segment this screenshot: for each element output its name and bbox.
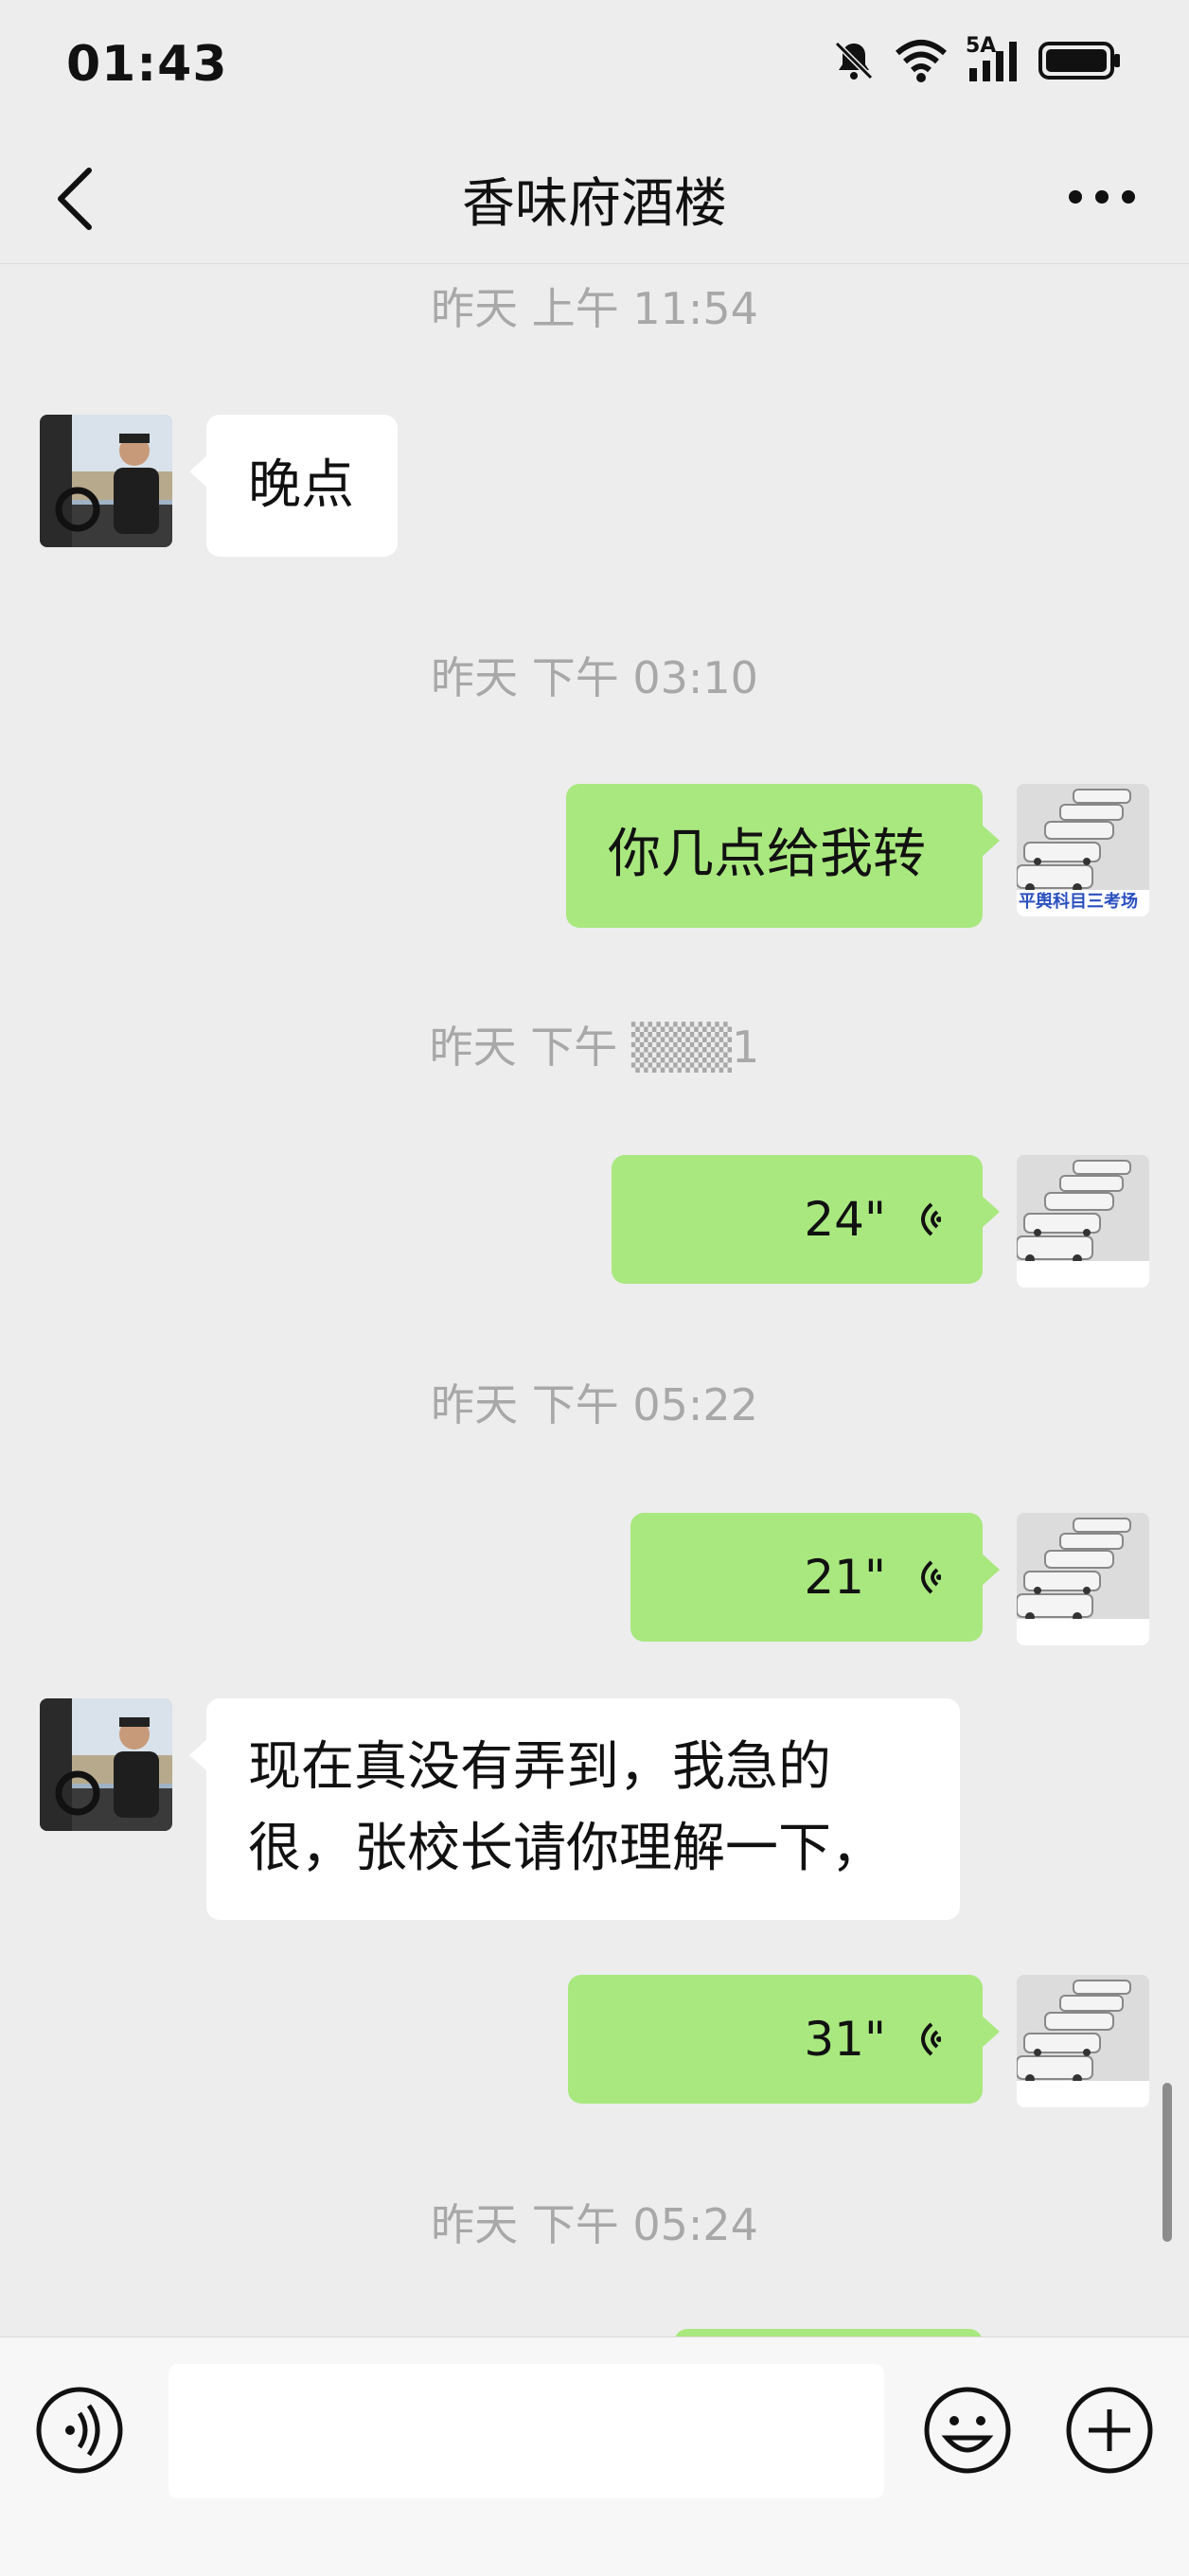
- more-actions-button[interactable]: [1064, 2385, 1155, 2476]
- my-avatar[interactable]: 平舆科目三考场: [1017, 784, 1149, 916]
- message-bubble-incoming[interactable]: 现在真没有弄到，我急的 很，张校长请你理解一下，: [189, 1698, 960, 1920]
- emoji-icon: [924, 2387, 1011, 2474]
- battery-icon: [1038, 38, 1123, 83]
- voice-message-bubble[interactable]: 21": [630, 1513, 1000, 1642]
- voice-duration: 31": [804, 2012, 886, 2067]
- message-text: 你几点给我转: [608, 824, 926, 885]
- scrollbar-thumb[interactable]: [1162, 2083, 1172, 2242]
- my-avatar[interactable]: [1017, 1513, 1149, 1645]
- voice-mode-icon: [36, 2387, 123, 2474]
- more-icon: [1069, 190, 1135, 204]
- voice-message-bubble[interactable]: 24": [612, 1155, 1000, 1284]
- voice-mode-button[interactable]: [34, 2385, 125, 2476]
- message-bubble-outgoing[interactable]: 你几点给我转: [566, 784, 1000, 928]
- network-label: 5A: [966, 34, 997, 58]
- status-bar: 01:43 5A: [0, 0, 1189, 133]
- voice-duration: 24": [804, 1192, 886, 1247]
- timestamp: 昨天 下午 03:10: [431, 652, 758, 703]
- message-input[interactable]: [169, 2364, 884, 2498]
- voice-wave-icon: [921, 1202, 941, 1236]
- timestamp: 昨天 下午 05:22: [431, 1379, 758, 1430]
- my-avatar[interactable]: [1017, 1155, 1149, 1288]
- avatar-caption: 平舆科目三考场: [1019, 892, 1138, 912]
- emoji-button[interactable]: [922, 2385, 1013, 2476]
- message-bubble-incoming[interactable]: 晚点: [189, 415, 398, 557]
- chat-header: 香味府酒楼: [0, 133, 1189, 264]
- more-button[interactable]: [1064, 169, 1140, 225]
- plus-icon: [1066, 2387, 1153, 2474]
- message-text-line: 现在真没有弄到，我急的: [248, 1736, 831, 1798]
- my-avatar[interactable]: [1017, 1975, 1149, 2107]
- message-text-line: 很，张校长请你理解一下，: [248, 1818, 884, 1879]
- clock: 01:43: [66, 36, 228, 93]
- voice-wave-icon: [921, 1560, 941, 1594]
- timestamp: 昨天 下午 05:24: [431, 2199, 758, 2250]
- timestamp: 昨天 上午 11:54: [431, 283, 758, 334]
- voice-duration: 21": [804, 1550, 886, 1605]
- chat-title: 香味府酒楼: [462, 173, 727, 235]
- message-text: 晚点: [248, 454, 354, 516]
- contact-avatar[interactable]: [40, 415, 172, 547]
- signal-icon: 5A: [966, 34, 1020, 83]
- mute-bell-icon: [831, 38, 877, 83]
- contact-avatar[interactable]: [40, 1698, 172, 1831]
- voice-wave-icon: [921, 2022, 941, 2056]
- wifi-icon: [894, 38, 949, 83]
- timestamp: 昨天 下午 ▒▒▒1: [429, 1022, 760, 1073]
- voice-message-bubble[interactable]: 31": [568, 1975, 1000, 2104]
- input-bar: [0, 2336, 1189, 2576]
- status-icons: 5A: [831, 34, 1123, 83]
